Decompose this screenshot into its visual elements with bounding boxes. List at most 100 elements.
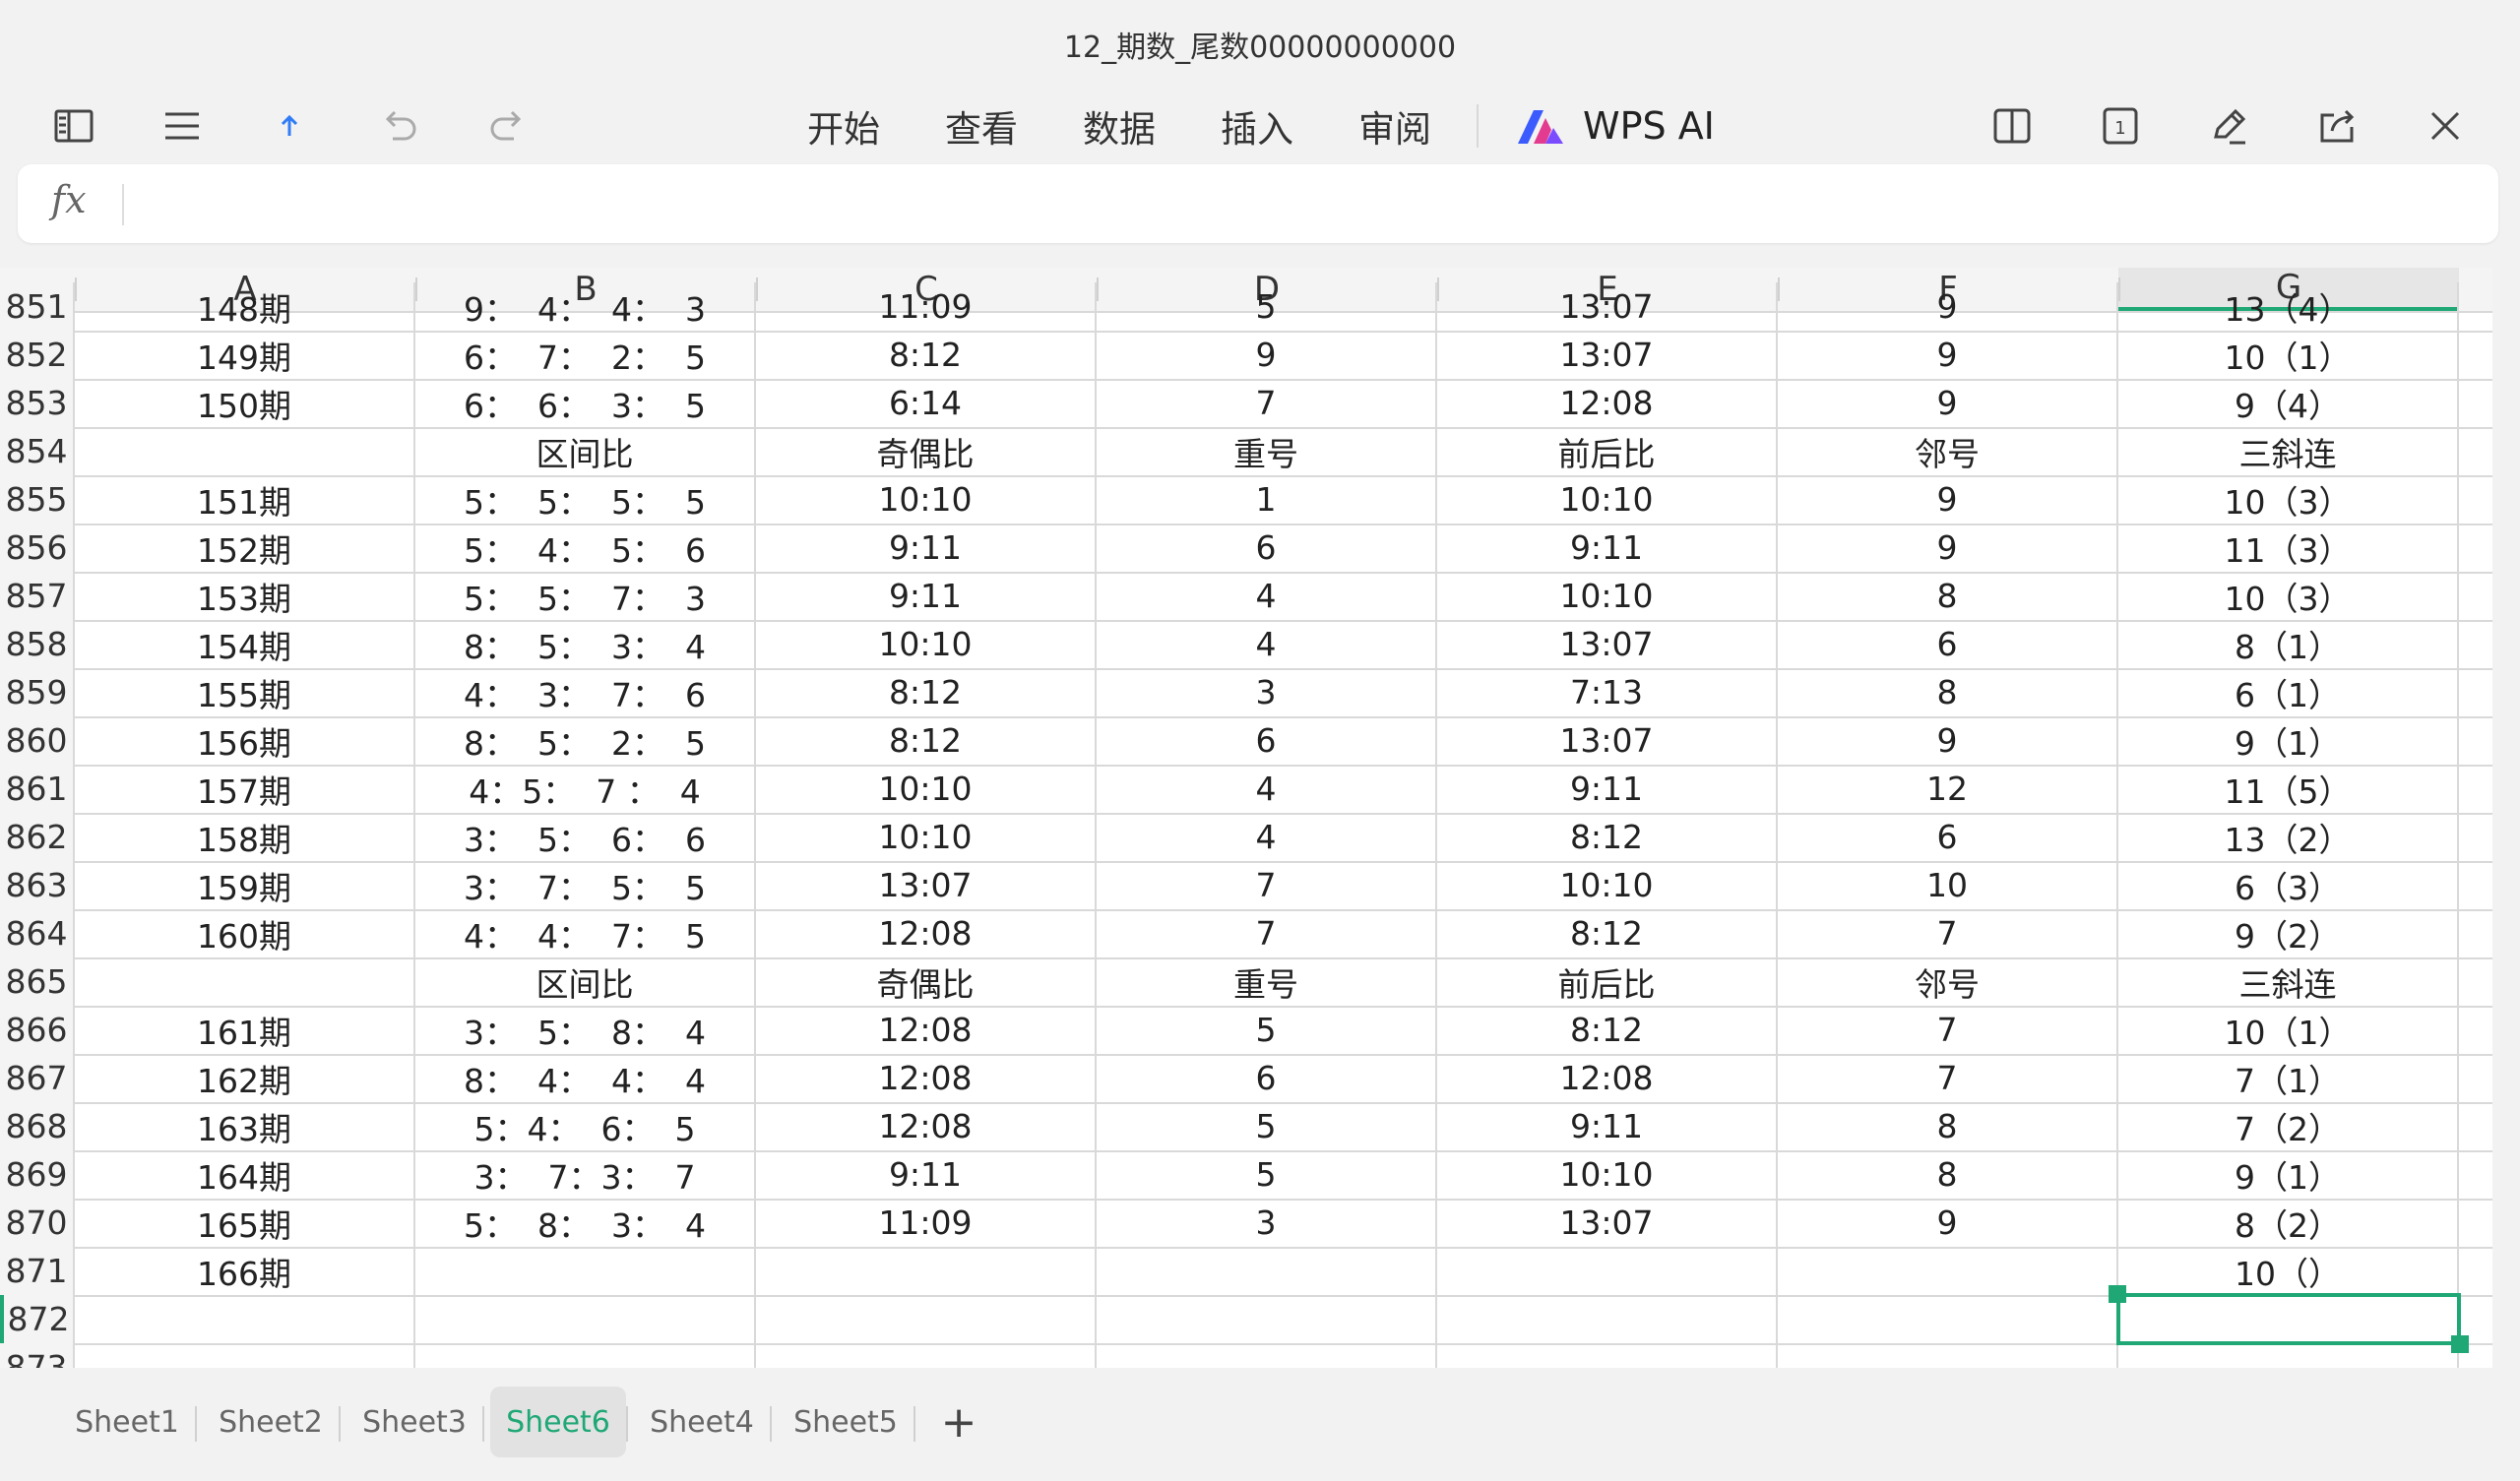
cell-d860[interactable]: 6 [1097,716,1437,765]
cell-a854[interactable] [75,427,415,475]
cell-f868[interactable]: 8 [1778,1102,2118,1150]
sheet-tab-sheet6[interactable]: Sheet6 [490,1387,626,1457]
cell-b852[interactable]: 6： 7： 2： 5 [415,331,756,379]
cell-b861[interactable]: 4：5： 7 ： 4 [415,765,756,813]
cell-f870[interactable]: 9 [1778,1199,2118,1247]
cell-d858[interactable]: 4 [1097,620,1437,668]
cell-c864[interactable]: 12:08 [756,909,1097,957]
cell-a860[interactable]: 156期 [75,716,415,765]
cell-a851[interactable]: 148期 [75,282,415,331]
cell-e858[interactable]: 13:07 [1437,620,1778,668]
cell-f863[interactable]: 10 [1778,861,2118,909]
row-header[interactable]: 852 [0,331,75,379]
cell-g855[interactable]: 10（3） [2118,475,2459,524]
share-icon[interactable] [2309,98,2364,154]
cell-g873[interactable] [2118,1343,2459,1368]
row-header[interactable]: 873 [0,1343,75,1368]
row-header[interactable]: 863 [0,861,75,909]
cell-f872[interactable] [1778,1295,2118,1343]
cell-e870[interactable]: 13:07 [1437,1199,1778,1247]
cell-b855[interactable]: 5： 5： 5： 5 [415,475,756,524]
cell-d851[interactable]: 5 [1097,282,1437,331]
row-header[interactable]: 859 [0,668,75,716]
cell-e864[interactable]: 8:12 [1437,909,1778,957]
cell-g851[interactable]: 13（4） [2118,282,2459,331]
menu-start[interactable]: 开始 [807,96,880,155]
cell-c867[interactable]: 12:08 [756,1054,1097,1102]
cell-d861[interactable]: 4 [1097,765,1437,813]
cell-c861[interactable]: 10:10 [756,765,1097,813]
cell-g865[interactable]: 三斜连 [2118,957,2459,1006]
cell-b853[interactable]: 6： 6： 3： 5 [415,379,756,427]
formula-bar[interactable]: fx [18,164,2498,243]
cell-f861[interactable]: 12 [1778,765,2118,813]
cell-d855[interactable]: 1 [1097,475,1437,524]
cell-a869[interactable]: 164期 [75,1150,415,1199]
cell-d866[interactable]: 5 [1097,1006,1437,1054]
cell-a861[interactable]: 157期 [75,765,415,813]
cell-a859[interactable]: 155期 [75,668,415,716]
cell-d862[interactable]: 4 [1097,813,1437,861]
cell-a866[interactable]: 161期 [75,1006,415,1054]
cell-d864[interactable]: 7 [1097,909,1437,957]
row-header[interactable]: 869 [0,1150,75,1199]
row-header[interactable]: 867 [0,1054,75,1102]
cell-g856[interactable]: 11（3） [2118,524,2459,572]
cell-f857[interactable]: 8 [1778,572,2118,620]
cell-g872[interactable] [2118,1295,2459,1343]
edit-pen-icon[interactable] [2201,98,2256,154]
cell-g866[interactable]: 10（1） [2118,1006,2459,1054]
cell-b862[interactable]: 3： 5： 6： 6 [415,813,756,861]
row-header[interactable]: 861 [0,765,75,813]
cell-a864[interactable]: 160期 [75,909,415,957]
cell-c868[interactable]: 12:08 [756,1102,1097,1150]
cell-b860[interactable]: 8： 5： 2： 5 [415,716,756,765]
sheet-tab-sheet5[interactable]: Sheet5 [778,1387,914,1457]
cell-f854[interactable]: 邻号 [1778,427,2118,475]
cell-d853[interactable]: 7 [1097,379,1437,427]
cell-c853[interactable]: 6:14 [756,379,1097,427]
cell-e861[interactable]: 9:11 [1437,765,1778,813]
cell-e863[interactable]: 10:10 [1437,861,1778,909]
cell-f869[interactable]: 8 [1778,1150,2118,1199]
row-header[interactable]: 872 [0,1295,75,1343]
cell-d868[interactable]: 5 [1097,1102,1437,1150]
cell-a871[interactable]: 166期 [75,1247,415,1295]
cell-e873[interactable] [1437,1343,1778,1368]
cell-b866[interactable]: 3： 5： 8： 4 [415,1006,756,1054]
cell-g852[interactable]: 10（1） [2118,331,2459,379]
cell-c863[interactable]: 13:07 [756,861,1097,909]
cell-b873[interactable] [415,1343,756,1368]
split-view-icon[interactable] [1984,98,2040,154]
cell-f873[interactable] [1778,1343,2118,1368]
redo-icon[interactable] [479,98,535,154]
menu-icon[interactable] [155,98,210,154]
cell-a856[interactable]: 152期 [75,524,415,572]
cell-b868[interactable]: 5：4： 6： 5 [415,1102,756,1150]
cell-c862[interactable]: 10:10 [756,813,1097,861]
cell-g857[interactable]: 10（3） [2118,572,2459,620]
row-header[interactable]: 868 [0,1102,75,1150]
cell-a862[interactable]: 158期 [75,813,415,861]
cell-d856[interactable]: 6 [1097,524,1437,572]
cell-e854[interactable]: 前后比 [1437,427,1778,475]
cell-d871[interactable] [1097,1247,1437,1295]
cell-c872[interactable] [756,1295,1097,1343]
cell-f866[interactable]: 7 [1778,1006,2118,1054]
cell-a853[interactable]: 150期 [75,379,415,427]
row-header[interactable]: 855 [0,475,75,524]
cell-b857[interactable]: 5： 5： 7： 3 [415,572,756,620]
row-header[interactable]: 871 [0,1247,75,1295]
sheet-tab-sheet4[interactable]: Sheet4 [634,1387,770,1457]
cell-c860[interactable]: 8:12 [756,716,1097,765]
add-sheet-button[interactable]: + [929,1387,988,1457]
cell-e865[interactable]: 前后比 [1437,957,1778,1006]
cell-b858[interactable]: 8： 5： 3： 4 [415,620,756,668]
cell-f860[interactable]: 9 [1778,716,2118,765]
cell-c871[interactable] [756,1247,1097,1295]
cell-f859[interactable]: 8 [1778,668,2118,716]
cell-e872[interactable] [1437,1295,1778,1343]
cell-e862[interactable]: 8:12 [1437,813,1778,861]
cell-d870[interactable]: 3 [1097,1199,1437,1247]
cell-e855[interactable]: 10:10 [1437,475,1778,524]
